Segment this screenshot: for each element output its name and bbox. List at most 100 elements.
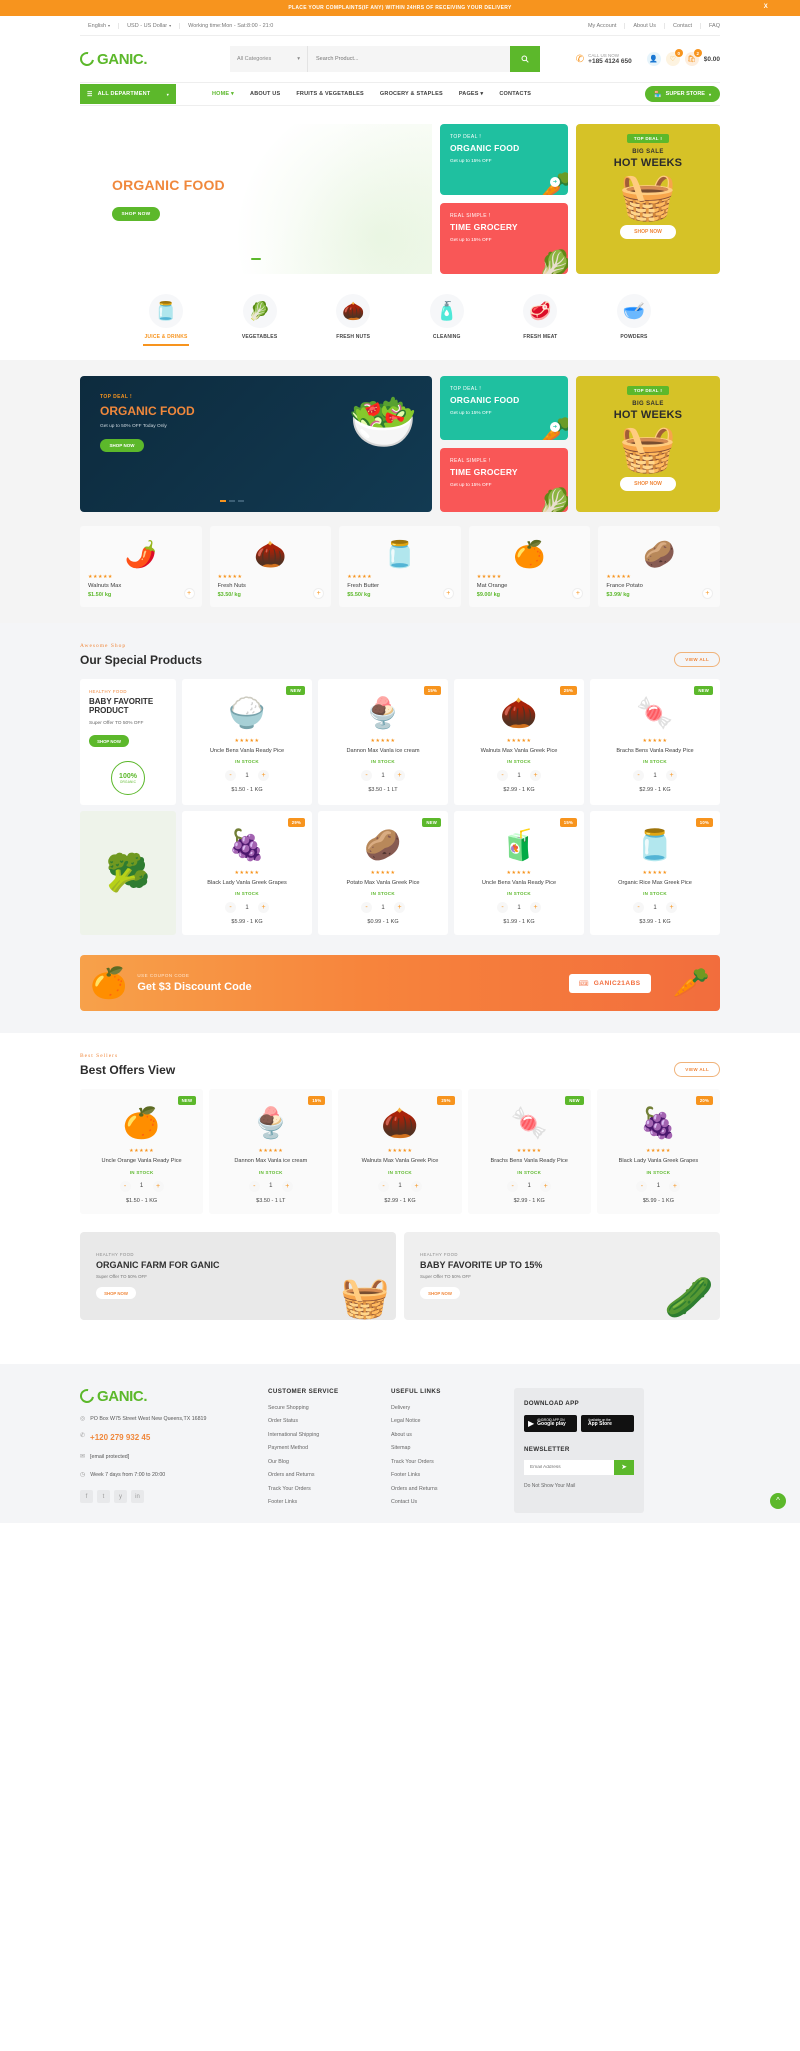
footer-link[interactable]: Track Your Orders [391, 1459, 496, 1465]
promo-shop-now-button[interactable]: SHOP NOW [620, 477, 676, 491]
decrement-button[interactable]: - [361, 770, 372, 782]
close-icon[interactable]: X [764, 4, 768, 10]
promo-card-time-grocery[interactable]: REAL SIMPLE ! TIME GROCERY Get up to 15%… [440, 203, 568, 274]
quantity-stepper[interactable]: - 1 + [216, 1180, 325, 1192]
scroll-to-top-button[interactable]: ^ [770, 1492, 786, 1509]
promo-card-time-grocery-2[interactable]: REAL SIMPLE ! TIME GROCERY Get up to 15%… [440, 448, 568, 512]
link-faq[interactable]: FAQ [701, 23, 720, 29]
twitter-icon[interactable]: t [97, 1490, 110, 1504]
decrement-button[interactable]: - [361, 902, 372, 914]
hero-slider[interactable]: ORGANIC FOOD SHOP NOW [80, 124, 432, 274]
search-input[interactable] [308, 46, 510, 72]
increment-button[interactable]: + [411, 1180, 422, 1192]
promo-card-hot-weeks-2[interactable]: TOP DEAL ! BIG SALE HOT WEEKS 🧺 SHOP NOW [576, 376, 720, 512]
site-logo[interactable]: GANIC. [77, 49, 230, 69]
add-to-cart-button[interactable]: + [442, 588, 454, 599]
quantity-stepper[interactable]: - 1 + [461, 770, 577, 782]
footer-phone[interactable]: ✆ +120 279 932 45 [80, 1432, 250, 1445]
search-button[interactable] [510, 46, 540, 72]
add-to-cart-button[interactable]: + [701, 588, 713, 599]
product-card[interactable]: 25% 🌰 ★★★★★ Walnuts Max Vanla Greek Pice… [338, 1089, 462, 1214]
quantity-stepper[interactable]: - 1 + [189, 902, 305, 914]
google-play-button[interactable]: ▶ ANDROID APP ON Google play [524, 1414, 577, 1432]
banner-shop-now-button[interactable]: SHOP NOW [96, 1287, 136, 1300]
product-card[interactable]: 15% 🧃 ★★★★★ Uncle Bens Vanla Ready Pice … [454, 811, 584, 936]
strip-product-card[interactable]: 🌶️ ★★★★★ Walnuts Max $1.50/ kg + [80, 526, 202, 607]
account-icon[interactable]: 👤 [646, 52, 661, 66]
footer-email[interactable]: ✉ [email protected] [80, 1453, 250, 1463]
special-promo-card[interactable]: HEALTHY FOOD BABY FAVORITE PRODUCT Super… [80, 679, 176, 806]
nav-item-contacts[interactable]: CONTACTS [491, 91, 539, 97]
footer-link[interactable]: Footer Links [391, 1472, 496, 1478]
nav-item-about-us[interactable]: ABOUT US [242, 91, 288, 97]
hero-shop-now-button[interactable]: SHOP NOW [112, 207, 160, 221]
cart-icon[interactable]: 🛍 2 [684, 49, 702, 66]
increment-button[interactable]: + [152, 1180, 164, 1192]
coupon-code-box[interactable]: 🎟 GANIC21ABS [568, 973, 651, 993]
increment-button[interactable]: + [258, 770, 269, 782]
product-card[interactable]: NEW 🍬 ★★★★★ Brachs Bens Vanla Ready Pice… [467, 1089, 591, 1214]
link-my-account[interactable]: My Account [580, 22, 626, 29]
decrement-button[interactable]: - [636, 1180, 648, 1192]
banner-shop-now-button[interactable]: SHOP NOW [420, 1287, 460, 1300]
super-store-button[interactable]: 🏪 SUPER STORE ▾ [645, 86, 720, 102]
promo-shop-now-button[interactable]: SHOP NOW [89, 735, 129, 748]
quantity-stepper[interactable]: - 1 + [345, 1180, 454, 1192]
strip-product-card[interactable]: 🥔 ★★★★★ France Potato $3.99/ kg + [598, 526, 720, 607]
category-select[interactable]: All Categories ▾ [230, 46, 308, 72]
product-card[interactable]: NEW 🍊 ★★★★★ Uncle Orange Vanla Ready Pic… [80, 1089, 204, 1214]
product-card[interactable]: 29% 🍇 ★★★★★ Black Lady Vanla Greek Grape… [182, 811, 312, 936]
deal-shop-now-button[interactable]: SHOP NOW [100, 439, 144, 452]
nav-item-grocery-staples[interactable]: GROCERY & STAPLES [372, 91, 451, 97]
footer-link[interactable]: Order Status [268, 1418, 373, 1424]
category-juice-drinks[interactable]: 🫙 JUICE & DRINKS [130, 294, 202, 346]
category-powders[interactable]: 🥣 POWDERS [598, 294, 670, 346]
promo-card-organic-food-2[interactable]: TOP DEAL ! ORGANIC FOOD Get up to 15% OF… [440, 376, 568, 440]
decrement-button[interactable]: - [225, 902, 236, 914]
decrement-button[interactable]: - [633, 902, 644, 914]
deal-banner-main[interactable]: TOP DEAL ! ORGANIC FOOD Get up to 50% OF… [80, 376, 432, 512]
app-store-button[interactable]: Available on the App Store [581, 1414, 634, 1432]
promo-arrow-icon[interactable]: ➜ [550, 422, 560, 432]
footer-link[interactable]: International Shipping [268, 1432, 373, 1438]
footer-link[interactable]: Footer Links [268, 1499, 373, 1505]
product-card[interactable]: NEW 🍬 ★★★★★ Brachs Bens Vanla Ready Pice… [590, 679, 720, 806]
link-contact[interactable]: Contact [665, 22, 701, 29]
footer-link[interactable]: Secure Shopping [268, 1405, 373, 1411]
coupon-banner[interactable]: 🍊 USE COUPON CODE Get $3 Discount Code 🎟… [80, 955, 720, 1012]
bottom-banner-baby-favorite[interactable]: HEALTHY FOOD BABY FAVORITE UP TO 15% Sup… [404, 1231, 720, 1320]
strip-product-card[interactable]: 🌰 ★★★★★ Fresh Nuts $3.50/ kg + [209, 526, 332, 607]
quantity-stepper[interactable]: - 1 + [604, 1180, 713, 1192]
language-selector[interactable]: English ▾ [80, 22, 120, 29]
footer-link[interactable]: Orders and Returns [268, 1472, 373, 1478]
quantity-stepper[interactable]: - 1 + [325, 770, 441, 782]
decrement-button[interactable]: - [497, 770, 508, 782]
promo-shop-now-button[interactable]: SHOP NOW [620, 225, 676, 239]
category-cleaning[interactable]: 🧴 CLEANING [411, 294, 483, 346]
product-card[interactable]: NEW 🍚 ★★★★★ Uncle Bens Vanla Ready Pice … [182, 679, 312, 806]
footer-link[interactable]: Sitemap [391, 1445, 496, 1451]
deal-slider-dots[interactable] [220, 500, 244, 502]
link-about-us[interactable]: About Us [625, 22, 666, 29]
view-all-button[interactable]: VIEW ALL [674, 1062, 720, 1078]
increment-button[interactable]: + [394, 902, 405, 914]
bottom-banner-organic-farm[interactable]: HEALTHY FOOD ORGANIC FARM FOR GANIC Supe… [80, 1231, 396, 1320]
footer-link[interactable]: Our Blog [268, 1459, 373, 1465]
increment-button[interactable]: + [530, 770, 541, 782]
all-department-button[interactable]: ☰ ALL DEPARTMENT ▾ [80, 84, 176, 104]
facebook-icon[interactable]: f [80, 1490, 93, 1504]
category-fresh-nuts[interactable]: 🌰 FRESH NUTS [317, 294, 389, 346]
quantity-stepper[interactable]: - 1 + [189, 770, 305, 782]
decrement-button[interactable]: - [497, 902, 508, 914]
product-card[interactable]: 15% 🍨 ★★★★★ Dannon Max Vanla ice cream I… [209, 1089, 333, 1214]
youtube-icon[interactable]: y [114, 1490, 127, 1504]
footer-link[interactable]: Track Your Orders [268, 1486, 373, 1492]
footer-logo[interactable]: GANIC. [77, 1386, 250, 1406]
nav-item-pages[interactable]: PAGES ▾ [451, 91, 492, 97]
promo-arrow-icon[interactable]: ➜ [550, 177, 560, 187]
newsletter-submit-button[interactable]: ➤ [614, 1459, 634, 1475]
decrement-button[interactable]: - [633, 770, 644, 782]
increment-button[interactable]: + [258, 902, 269, 914]
increment-button[interactable]: + [394, 770, 405, 782]
footer-link[interactable]: Payment Method [268, 1445, 373, 1451]
